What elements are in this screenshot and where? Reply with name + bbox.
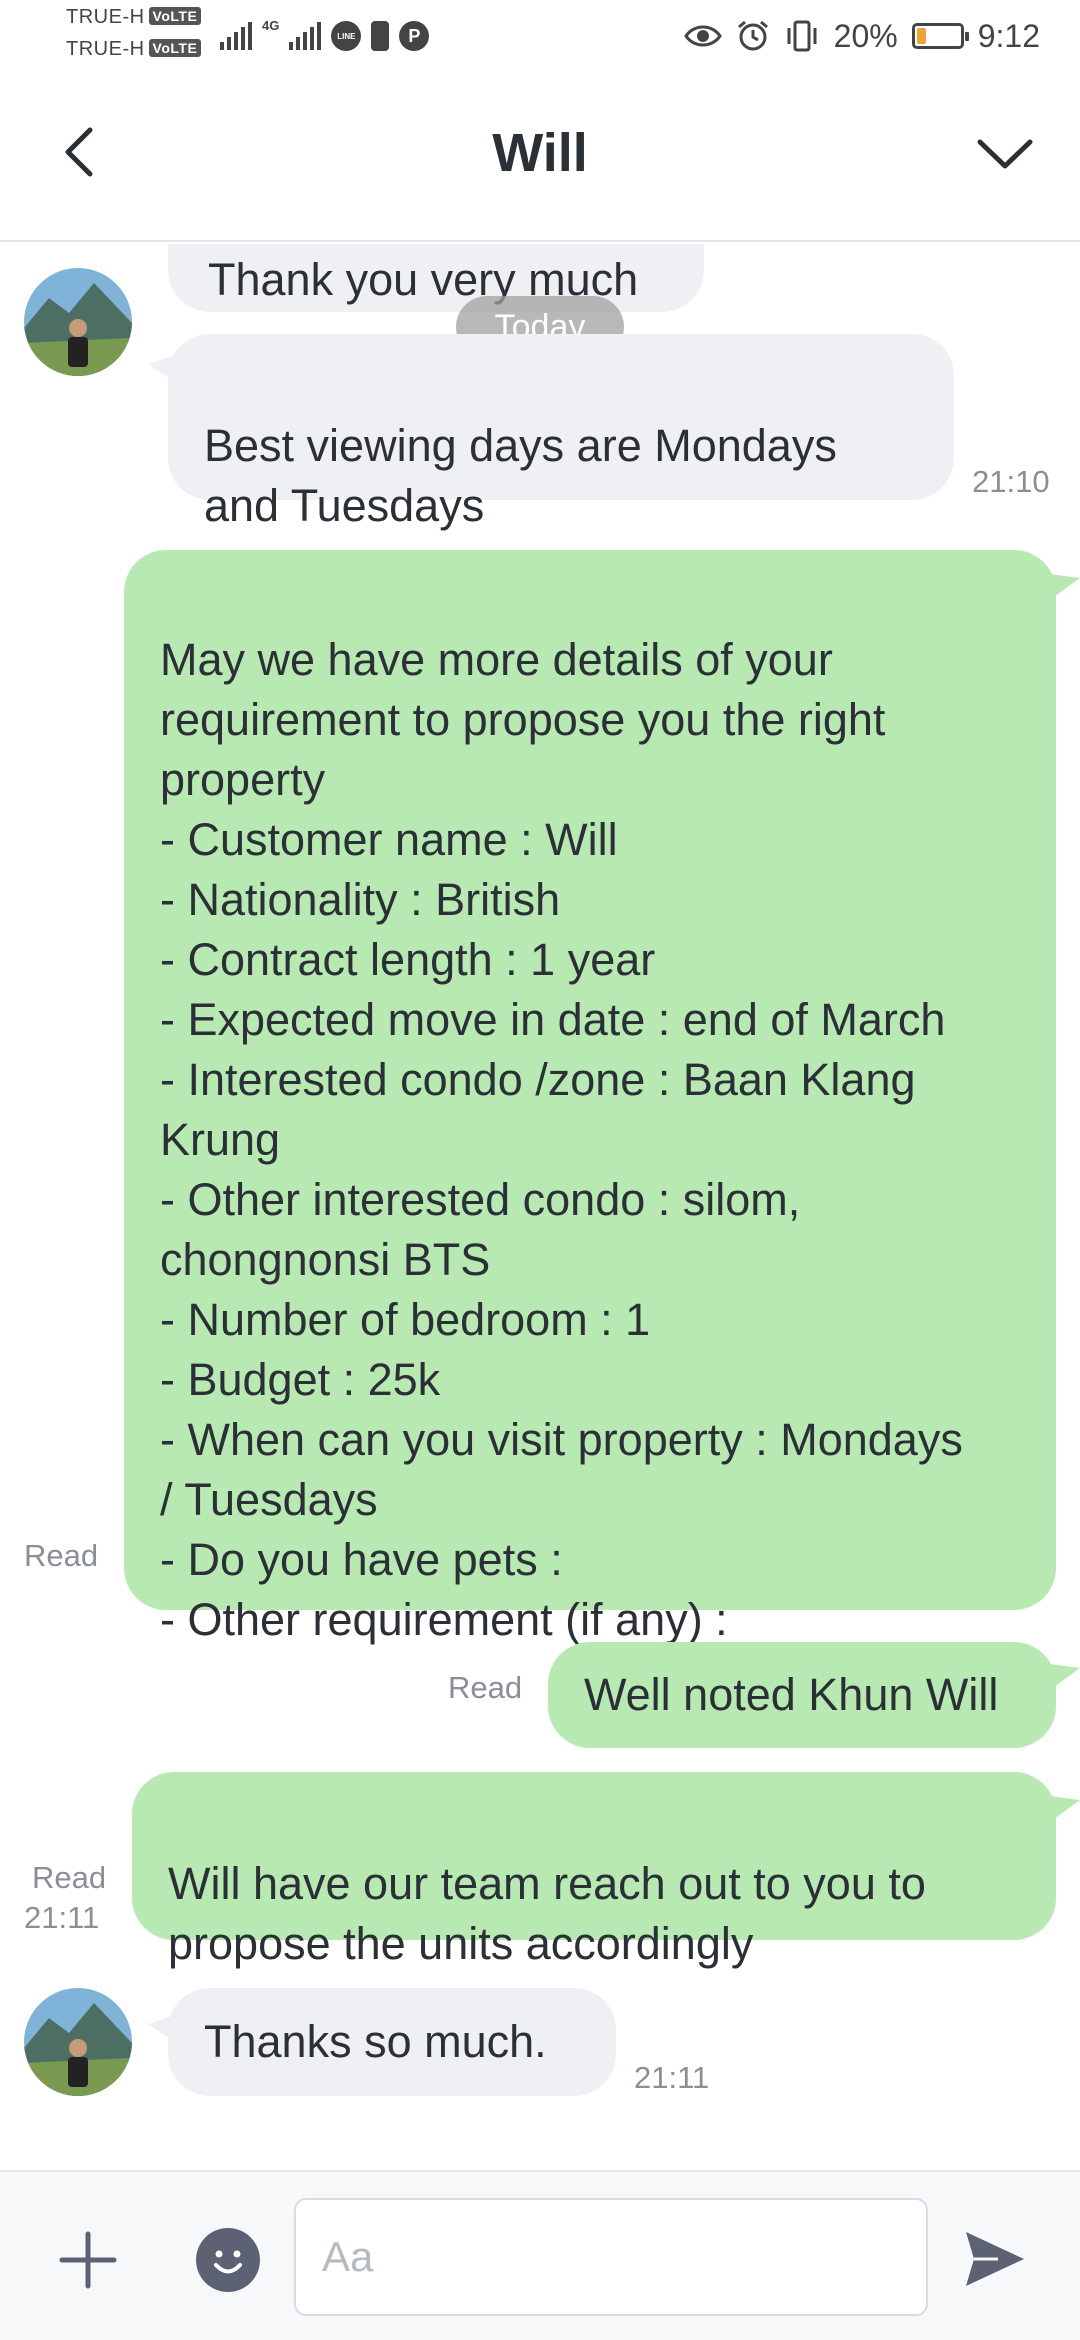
chat-title: Will	[492, 123, 588, 183]
line-app-icon: LINE	[331, 21, 362, 51]
status-icons-right: 20% 9:12	[683, 14, 1040, 58]
pinterest-icon: P	[399, 21, 430, 51]
bubble-tail	[1050, 574, 1080, 600]
read-receipt: Read	[448, 1670, 523, 1705]
message-text: Well noted Khun Will	[584, 1669, 999, 1720]
contact-avatar[interactable]	[24, 268, 132, 376]
signal-icon-2	[289, 22, 322, 50]
outgoing-message[interactable]: Will have our team reach out to you to p…	[132, 1772, 1056, 1969]
chat-header: Will	[0, 76, 1080, 242]
contact-avatar[interactable]	[24, 1988, 132, 2096]
carrier-label-1: TRUE-H VoLTE	[66, 6, 202, 29]
read-receipt: Read	[32, 1860, 107, 1895]
chevron-down-icon	[977, 139, 1033, 169]
sim-icon	[371, 21, 390, 51]
volte-badge: VoLTE	[148, 39, 202, 57]
message-text: Thanks so much.	[204, 2016, 547, 2067]
volte-badge: VoLTE	[148, 7, 202, 25]
message-text: Will have our team reach out to you to p…	[168, 1858, 926, 1969]
plus-icon	[59, 2231, 117, 2289]
clock: 9:12	[977, 17, 1040, 54]
incoming-message[interactable]: Thanks so much.	[168, 1988, 616, 2096]
message-time: 21:11	[634, 2060, 710, 2095]
signal-icon	[220, 22, 252, 50]
message-text: Best viewing days are Mondays and Tuesda…	[204, 420, 837, 531]
outgoing-message[interactable]: Well noted Khun Will	[548, 1642, 1056, 1748]
bubble-tail	[1050, 1664, 1080, 1690]
message-time: 21:10	[972, 464, 1050, 499]
outgoing-message[interactable]: May we have more details of your require…	[124, 550, 1056, 1645]
send-button[interactable]	[962, 2226, 1028, 2292]
emoji-button[interactable]	[196, 2228, 260, 2292]
incoming-message[interactable]: Best viewing days are Mondays and Tuesda…	[168, 334, 954, 531]
battery-icon	[911, 23, 969, 49]
carrier-label-2: TRUE-H VoLTE	[66, 38, 202, 61]
message-text: May we have more details of your require…	[160, 634, 963, 1645]
incoming-message[interactable]: Thank you very much	[168, 244, 704, 312]
status-icons-left: 4G LINE P	[220, 16, 430, 56]
message-input[interactable]	[294, 2198, 928, 2316]
avatar-photo	[24, 1988, 132, 2096]
avatar-photo	[24, 268, 132, 376]
header-menu-button[interactable]	[970, 122, 1040, 182]
send-icon	[966, 2232, 1024, 2286]
bubble-tail	[1050, 1796, 1080, 1822]
vibrate-icon	[787, 20, 817, 52]
message-list[interactable]: Thank you very much Today Best viewing d…	[0, 244, 1080, 2170]
smiley-icon	[214, 2250, 242, 2274]
battery-percent: 20%	[833, 17, 898, 54]
add-attachment-button[interactable]	[56, 2228, 120, 2292]
read-receipt: Read	[24, 1538, 99, 1573]
message-input-bar	[0, 2170, 1080, 2340]
status-bar: TRUE-HVoLTE TRUE-HVoLTE 4G LINE P 20%	[0, 0, 1080, 76]
message-time: 21:11	[24, 1900, 100, 1935]
eye-icon	[683, 25, 722, 47]
network-type-label: 4G	[262, 18, 280, 33]
alarm-icon	[737, 20, 768, 51]
